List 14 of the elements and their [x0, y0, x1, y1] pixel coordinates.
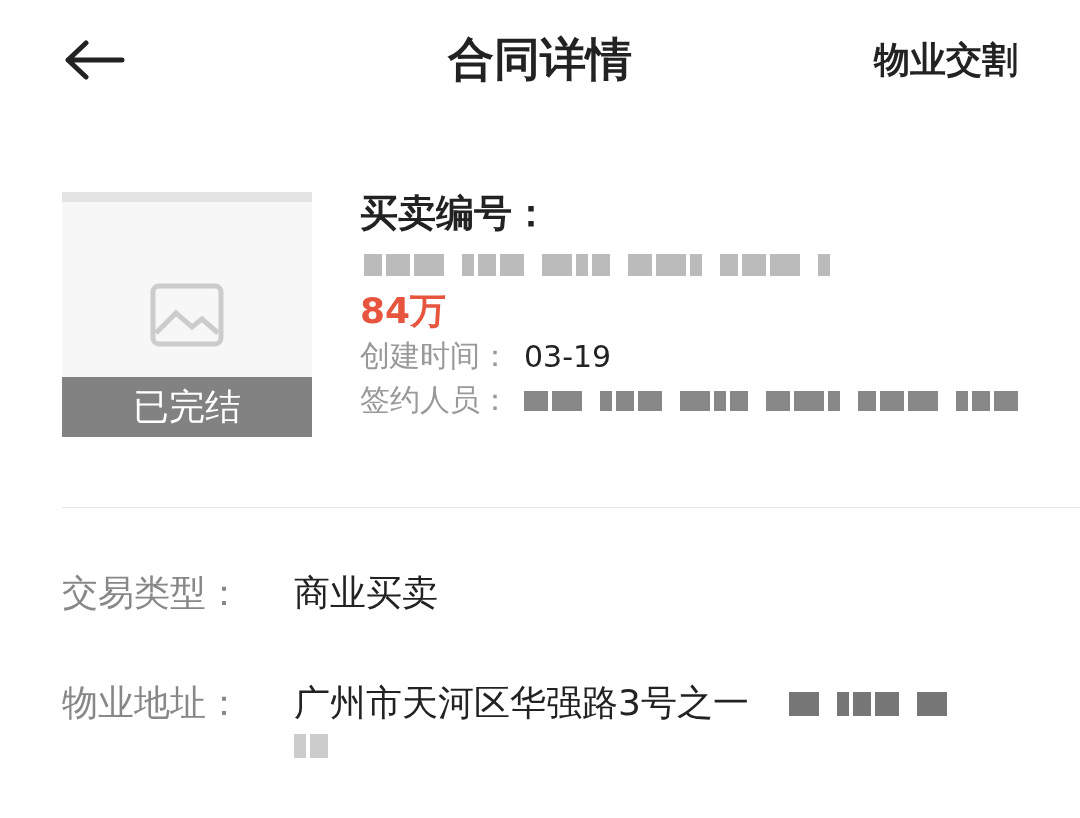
property-handover-button[interactable]: 物业交割 [874, 35, 1018, 85]
image-icon [150, 283, 224, 347]
detail-value: 商业买卖 [294, 571, 438, 615]
price: 84万 [360, 289, 447, 333]
field-label: 签约人员： [360, 380, 510, 419]
page-title: 合同详情 [448, 31, 632, 88]
status-label: 已完结 [62, 377, 312, 437]
field-label: 创建时间： [360, 336, 510, 375]
contract-number-label: 买卖编号： [360, 190, 550, 237]
detail-value: 广州市天河区华强路3号之一 [294, 681, 749, 725]
back-icon[interactable] [62, 40, 126, 80]
detail-label: 交易类型： [62, 571, 243, 615]
field-value: 03-19 [524, 338, 612, 374]
detail-label: 物业地址： [62, 681, 243, 725]
